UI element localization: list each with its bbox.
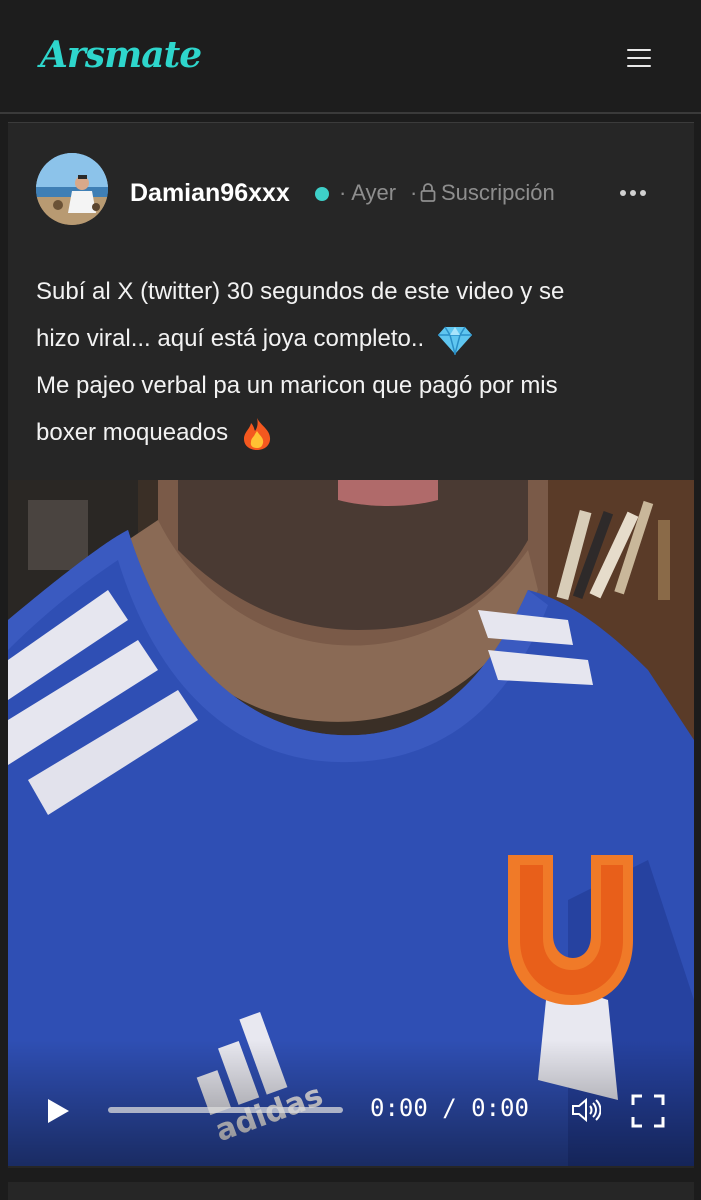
post-text-line: hizo viral... aquí está joya completo.. <box>36 325 425 352</box>
lock-icon <box>420 183 436 202</box>
visibility-separator: · <box>410 180 418 205</box>
video-duration: 0:00 <box>471 1094 529 1122</box>
avatar-photo <box>36 153 108 225</box>
more-options-icon[interactable] <box>620 181 652 205</box>
play-icon[interactable] <box>44 1097 72 1125</box>
post-text: Subí al X (twitter) 30 segundos de este … <box>36 268 666 456</box>
volume-icon[interactable] <box>571 1097 601 1123</box>
avatar[interactable] <box>36 153 108 225</box>
visibility-label: Suscripción <box>441 180 555 205</box>
post-text-line: boxer moqueados <box>36 419 229 446</box>
video-timecode: 0:00 / 0:00 <box>370 1094 529 1122</box>
app-logo[interactable]: Arsmate <box>40 34 202 76</box>
video-frame: adidas <box>8 480 694 1166</box>
post-card: Damian96xxx · Ayer · Suscripción Subí al… <box>8 122 694 1168</box>
video-controls: 0:00 / 0:00 <box>8 1070 694 1150</box>
video-progress-bar[interactable] <box>108 1107 343 1113</box>
video-current-time: 0:00 <box>370 1094 428 1122</box>
gem-emoji <box>437 326 472 355</box>
post-text-line: Me pajeo verbal pa un maricon que pagó p… <box>36 372 558 399</box>
next-post-card <box>8 1182 694 1200</box>
video-player[interactable]: adidas 0:00 / 0:00 <box>8 480 694 1166</box>
online-status-indicator <box>315 187 329 201</box>
top-navigation-bar: Arsmate <box>0 0 701 114</box>
fullscreen-icon[interactable] <box>631 1094 665 1128</box>
hamburger-menu-icon[interactable] <box>622 44 656 72</box>
post-time: · Ayer <box>339 180 397 205</box>
username[interactable]: Damian96xxx <box>130 179 290 208</box>
fire-emoji <box>243 417 270 450</box>
video-time-separator: / <box>442 1094 457 1122</box>
post-text-line: Subí al X (twitter) 30 segundos de este … <box>36 278 565 305</box>
